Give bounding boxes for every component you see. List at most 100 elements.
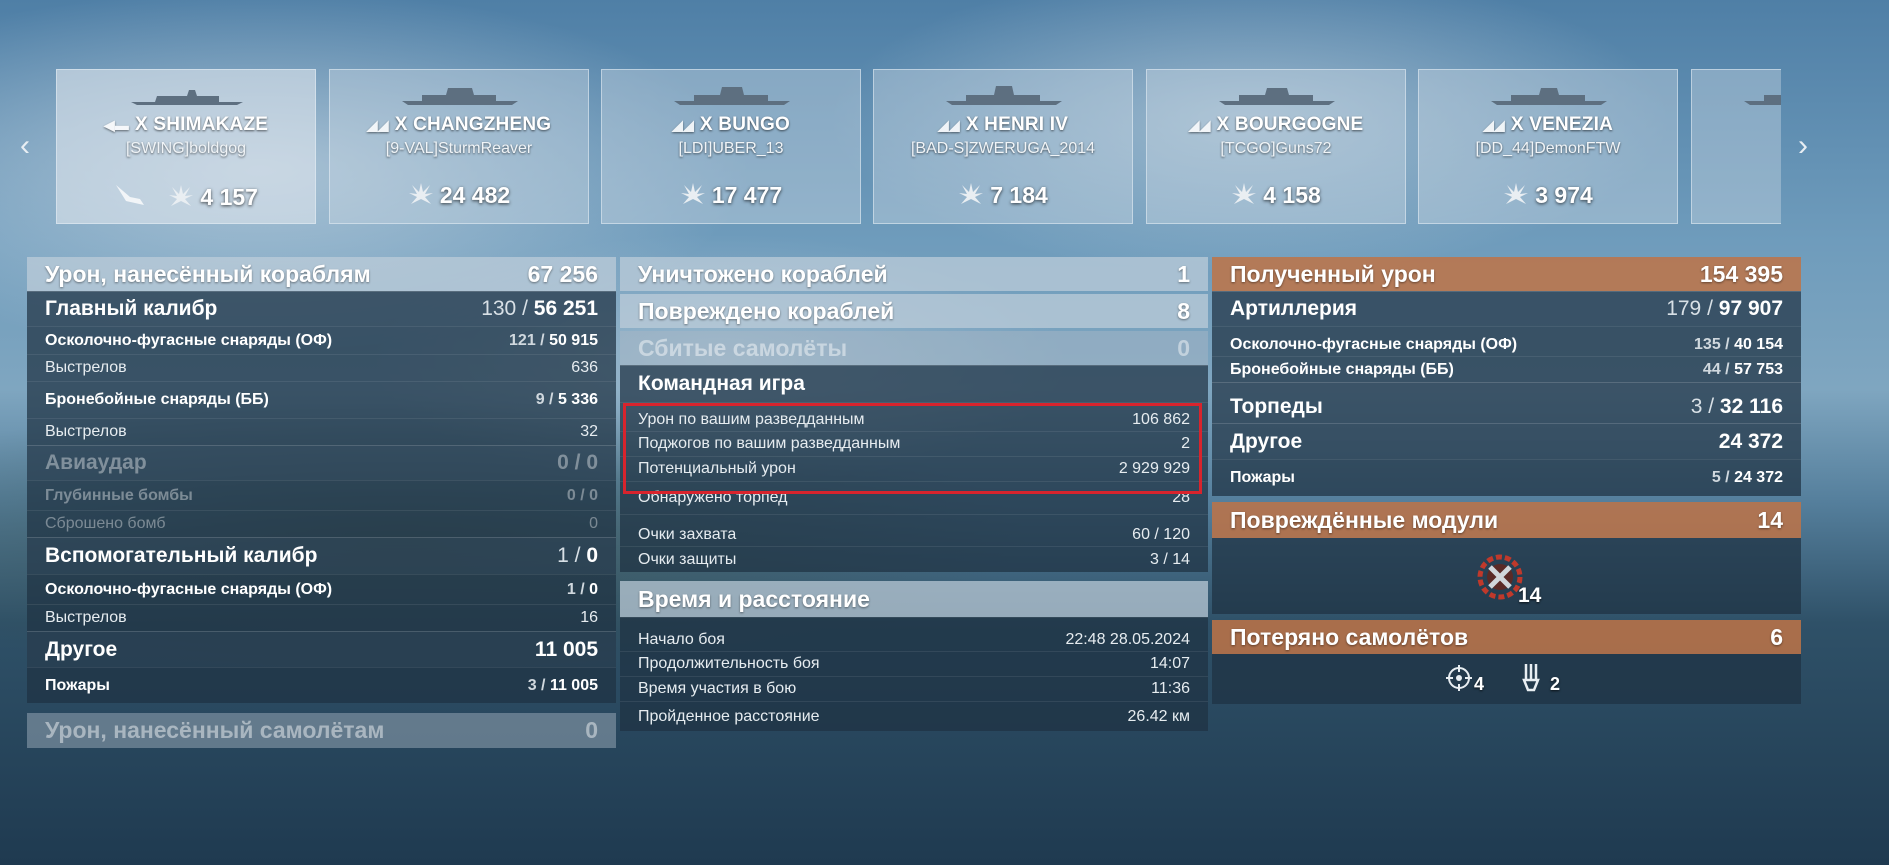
ship-name: CHANGZHENG xyxy=(413,114,552,135)
ship-tier: X xyxy=(965,114,979,135)
battleship-class-icon: ◢◢ xyxy=(366,117,389,133)
damage-value: 3 974 xyxy=(1535,182,1593,208)
ship-silhouette-icon xyxy=(402,88,518,105)
player-name: [9-VAL]SturmReaver xyxy=(385,140,533,157)
he-shells-row: Осколочно-фугасные снаряды (ОФ) 135 / 40 … xyxy=(1212,326,1801,356)
ship-silhouette-icon xyxy=(674,87,790,105)
ship-card[interactable]: ◢◢ X BOURGOGNE [TCGO]Guns72 4 158 xyxy=(1146,69,1406,224)
damage-icon xyxy=(1232,183,1257,204)
ship-card[interactable]: ◢◢ X VENEZIA [DD_44]DemonFTW 3 974 xyxy=(1418,69,1678,224)
damage-value: 4 158 xyxy=(1263,182,1321,208)
damaged-modules-header: Повреждённые модули 14 xyxy=(1212,502,1801,538)
chevron-right-icon: › xyxy=(1798,129,1808,162)
received-damage-header: Полученный урон 154 395 xyxy=(1212,257,1801,291)
damage-value: 24 482 xyxy=(439,182,511,208)
he-shells-row: Осколочно-фугасные снаряды (ОФ) 1 / 0 xyxy=(27,574,616,604)
damage-received-panel: Полученный урон 154 395 Артиллерия 179 / 9… xyxy=(1212,257,1801,704)
player-name: [BAD-S]ZWERUGA_2014 xyxy=(910,140,1096,157)
fires-row: Пожары 3 / 11 005 xyxy=(27,667,616,703)
player-name: [DD_44]DemonFTW xyxy=(1475,140,1621,157)
player-name: [LDI]UBER_13 xyxy=(678,140,784,157)
highlight-box xyxy=(623,403,1202,494)
torpedo-hit-icon xyxy=(116,185,145,205)
capture-points-row: Очки захвата 60 / 120 xyxy=(620,514,1208,546)
destroyer-class-icon: ◀▬ xyxy=(103,117,130,133)
shots-row: Выстрелов 16 xyxy=(27,604,616,631)
other-plane-count: 2 xyxy=(1550,674,1561,694)
battleship-class-icon: ◢◢ xyxy=(937,117,960,133)
ships-destroyed-row: Уничтожено кораблей 1 xyxy=(620,257,1208,291)
damaged-modules-panel: 14 xyxy=(1212,538,1801,614)
player-name: [SWING]boldgog xyxy=(125,140,247,157)
damage-icon xyxy=(680,183,705,204)
ship-silhouette-icon xyxy=(1744,95,1781,105)
damage-icon xyxy=(959,183,984,204)
ship-card[interactable]: ◢◢ X BUNGO [LDI]UBER_13 17 477 xyxy=(601,69,861,224)
ship-name: VENEZIA xyxy=(1529,114,1614,135)
carousel-prev-button[interactable]: ‹ xyxy=(12,128,38,164)
planes-lost-panel: 4 2 xyxy=(1212,654,1801,704)
ship-name: BUNGO xyxy=(718,114,791,135)
planes-lost-header: Потеряно самолётов 6 xyxy=(1212,620,1801,654)
fires-row: Пожары 5 / 24 372 xyxy=(1212,459,1801,496)
ship-damage-header: Урон, нанесённый кораблям 67 256 xyxy=(27,257,616,291)
shots-row: Выстрелов 32 xyxy=(27,418,616,445)
secondary-battery-row: Вспомогательный калибр 1 / 0 xyxy=(27,537,616,574)
damage-dealt-panel: Урон, нанесённый кораблям 67 256 Главный … xyxy=(27,257,616,748)
damage-value: 17 477 xyxy=(711,182,783,208)
planes-shot-row: Сбитые самолёты 0 xyxy=(620,331,1208,365)
ships-damaged-row: Повреждено кораблей 8 xyxy=(620,294,1208,328)
ship-silhouette-icon xyxy=(1491,88,1607,105)
battle-duration-row: Продолжительность боя 14:07 xyxy=(620,651,1208,676)
ap-shells-row: Бронебойные снаряды (ББ) 9 / 5 336 xyxy=(27,381,616,418)
carousel-next-button[interactable]: › xyxy=(1790,128,1816,164)
shots-row: Выстрелов 636 xyxy=(27,354,616,381)
ship-tier: X xyxy=(699,114,713,135)
ship-silhouette-icon xyxy=(1219,88,1335,105)
damage-value: 4 157 xyxy=(200,184,258,210)
ship-card[interactable] xyxy=(1691,69,1781,224)
ship-name: SHIMAKAZE xyxy=(153,114,269,135)
other-damage-row: Другое 24 372 xyxy=(1212,423,1801,459)
ship-card[interactable]: ◢◢ X CHANGZHENG [9-VAL]SturmReaver 24 482 xyxy=(329,69,589,224)
team-play-header: Командная игра xyxy=(620,365,1208,402)
ship-tier: X xyxy=(1510,114,1524,135)
distance-row: Пройденное расстояние 26.42 км xyxy=(620,701,1208,731)
he-shells-row: Осколочно-фугасные снаряды (ОФ) 121 / 50 … xyxy=(27,326,616,354)
bombs-dropped-row: Сброшено бомб 0 xyxy=(27,510,616,537)
damage-icon xyxy=(1504,183,1529,204)
plane-damage-header: Урон, нанесённый самолётам 0 xyxy=(27,713,616,748)
battleship-class-icon: ◢◢ xyxy=(1482,117,1505,133)
ap-shells-row: Бронебойные снаряды (ББ) 44 / 57 753 xyxy=(1212,356,1801,382)
torpedoes-row: Торпеды 3 / 32 116 xyxy=(1212,382,1801,423)
ship-silhouette-icon xyxy=(131,90,243,105)
ship-tier: X xyxy=(1216,114,1230,135)
ship-name: BOURGOGNE xyxy=(1234,114,1364,135)
ship-silhouette-icon xyxy=(946,86,1062,105)
damage-value: 7 184 xyxy=(990,182,1048,208)
ship-name: HENRI IV xyxy=(984,114,1069,135)
fighter-count: 4 xyxy=(1474,674,1485,694)
aa-icon xyxy=(1522,664,1540,692)
airstrike-row: Авиаудар 0 / 0 xyxy=(27,445,616,480)
ship-carousel: ◀▬ X SHIMAKAZE [SWING]boldgog 4 157 ◢◢ X C… xyxy=(56,69,1781,224)
damage-icon xyxy=(169,185,194,206)
participation-time-row: Время участия в бою 11:36 xyxy=(620,676,1208,701)
chevron-left-icon: ‹ xyxy=(20,129,30,162)
other-damage-row: Другое 11 005 xyxy=(27,631,616,667)
main-battery-row: Главный калибр 130 / 56 251 xyxy=(27,291,616,326)
ship-card[interactable]: ◀▬ X SHIMAKAZE [SWING]boldgog 4 157 xyxy=(56,69,316,224)
module-count: 14 xyxy=(1518,584,1542,607)
ship-tier: X xyxy=(135,114,148,135)
battleship-class-icon: ◢◢ xyxy=(671,117,694,133)
crosshair-icon xyxy=(1446,665,1472,691)
ship-tier: X xyxy=(394,114,408,135)
battle-start-row: Начало боя 22:48 28.05.2024 xyxy=(620,617,1208,651)
battleship-class-icon: ◢◢ xyxy=(1188,117,1211,133)
depth-charges-row: Глубинные бомбы 0 / 0 xyxy=(27,480,616,510)
artillery-row: Артиллерия 179 / 97 907 xyxy=(1212,291,1801,326)
defense-points-row: Очки защиты 3 / 14 xyxy=(620,546,1208,572)
player-name: [TCGO]Guns72 xyxy=(1220,140,1332,157)
battle-stats-panel: Уничтожено кораблей 1 Повреждено кораблей… xyxy=(620,257,1208,731)
ship-card[interactable]: ◢◢ X HENRI IV [BAD-S]ZWERUGA_2014 7 184 xyxy=(873,69,1133,224)
